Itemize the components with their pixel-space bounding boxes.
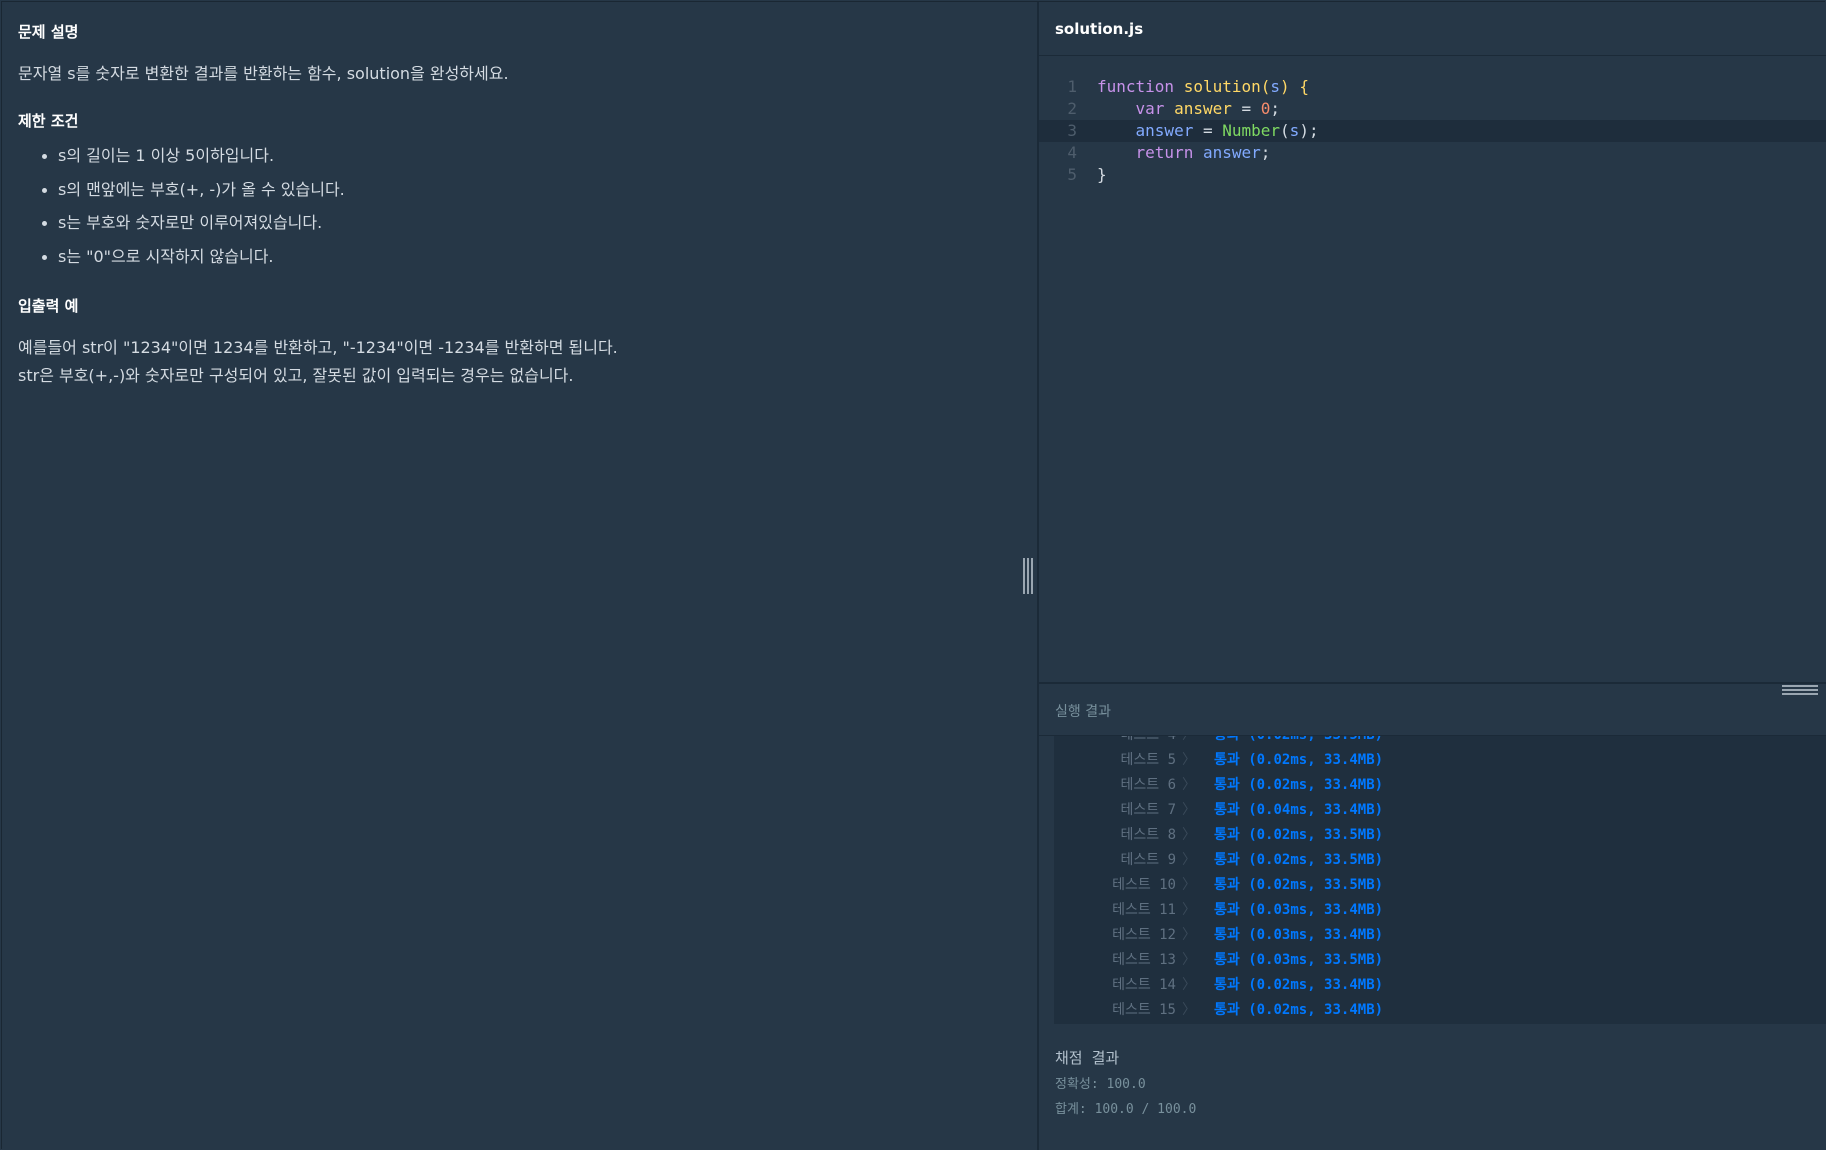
example-line: str은 부호(+,-)와 숫자로만 구성되어 있고, 잘못된 값이 입력되는 … — [18, 366, 574, 385]
grade-summary: 채점 결과 정확성: 100.0 합계: 100.0 / 100.0 — [1055, 1044, 1196, 1122]
total-score: 합계: 100.0 / 100.0 — [1055, 1102, 1197, 1117]
code-text[interactable]: return answer; — [1097, 142, 1271, 164]
line-number: 5 — [1067, 165, 1077, 184]
chevron-right-icon: 〉 — [1182, 752, 1196, 768]
test-row: 테스트 5 〉 통과 (0.02ms, 33.4MB) — [1054, 748, 1826, 773]
test-row: 테스트 4〉통과 (0.02ms, 33.5MB) — [1054, 736, 1826, 748]
test-row: 테스트 8 〉 통과 (0.02ms, 33.5MB) — [1054, 823, 1826, 848]
test-row: 테스트 9 〉 통과 (0.02ms, 33.5MB) — [1054, 848, 1826, 873]
test-row: 테스트 6 〉 통과 (0.02ms, 33.4MB) — [1054, 773, 1826, 798]
constraint-item: s는 부호와 숫자로만 이루어져있습니다. — [42, 213, 345, 247]
chevron-right-icon: 〉 — [1182, 877, 1196, 893]
code-text[interactable]: answer = Number(s); — [1097, 120, 1319, 142]
editor-panel: solution.js 1 function solution(s) { 2 v… — [1039, 2, 1826, 1150]
chevron-right-icon: 〉 — [1182, 977, 1196, 993]
code-line[interactable]: 4 return answer; — [1039, 142, 1826, 164]
constraints-title: 제한 조건 — [18, 112, 79, 130]
chevron-right-icon: 〉 — [1182, 827, 1196, 843]
results-header: 실행 결과 — [1039, 684, 1826, 736]
code-editor[interactable]: 1 function solution(s) { 2 var answer = … — [1039, 72, 1826, 682]
examples-title: 입출력 예 — [18, 297, 79, 315]
code-line[interactable]: 1 function solution(s) { — [1039, 76, 1826, 98]
line-number: 2 — [1067, 99, 1077, 118]
line-number: 1 — [1067, 77, 1077, 96]
constraint-item: s의 길이는 1 이상 5이하입니다. — [42, 146, 345, 180]
constraint-item: s의 맨앞에는 부호(+, -)가 올 수 있습니다. — [42, 180, 345, 214]
filename-label: solution.js — [1055, 20, 1144, 38]
code-line-active[interactable]: 3 answer = Number(s); — [1039, 120, 1826, 142]
test-row: 테스트 14 〉 통과 (0.02ms, 33.4MB) — [1054, 973, 1826, 998]
app-frame: 문제 설명 문자열 s를 숫자로 변환한 결과를 반환하는 함수, soluti… — [1, 1, 1826, 1150]
test-results-list[interactable]: 테스트 4〉통과 (0.02ms, 33.5MB) 테스트 5〉통과 (0.02… — [1054, 736, 1826, 1024]
grade-title: 채점 결과 — [1055, 1049, 1120, 1067]
problem-description: 문자열 s를 숫자로 변환한 결과를 반환하는 함수, solution을 완성… — [18, 64, 509, 83]
code-line[interactable]: 5 } — [1039, 164, 1826, 186]
constraint-item: s는 "0"으로 시작하지 않습니다. — [42, 247, 345, 281]
chevron-right-icon: 〉 — [1182, 927, 1196, 943]
code-text[interactable]: } — [1097, 164, 1107, 186]
problem-panel: 문제 설명 문자열 s를 숫자로 변환한 결과를 반환하는 함수, soluti… — [2, 2, 1038, 1150]
chevron-right-icon: 〉 — [1182, 1002, 1196, 1018]
test-row: 테스트 12 〉 통과 (0.03ms, 33.4MB) — [1054, 923, 1826, 948]
code-text[interactable]: function solution(s) { — [1097, 76, 1309, 98]
vertical-grip-icon[interactable] — [1023, 558, 1033, 594]
accuracy-score: 정확성: 100.0 — [1055, 1077, 1146, 1092]
results-header-label: 실행 결과 — [1055, 704, 1111, 720]
example-line: 예를들어 str이 "1234"이면 1234를 반환하고, "-1234"이면… — [18, 338, 618, 357]
test-row: 테스트 7 〉 통과 (0.04ms, 33.4MB) — [1054, 798, 1826, 823]
chevron-right-icon: 〉 — [1182, 952, 1196, 968]
chevron-right-icon: 〉 — [1182, 802, 1196, 818]
problem-title: 문제 설명 — [18, 23, 79, 41]
code-line[interactable]: 2 var answer = 0; — [1039, 98, 1826, 120]
line-number: 4 — [1067, 143, 1077, 162]
chevron-right-icon: 〉 — [1182, 736, 1196, 748]
test-row: 테스트 11 〉 통과 (0.03ms, 33.4MB) — [1054, 898, 1826, 923]
line-number: 3 — [1067, 121, 1077, 140]
test-row: 테스트 13 〉 통과 (0.03ms, 33.5MB) — [1054, 948, 1826, 973]
chevron-right-icon: 〉 — [1182, 852, 1196, 868]
chevron-right-icon: 〉 — [1182, 902, 1196, 918]
constraints-list: s의 길이는 1 이상 5이하입니다. s의 맨앞에는 부호(+, -)가 올 … — [42, 146, 345, 280]
chevron-right-icon: 〉 — [1182, 777, 1196, 793]
editor-tab[interactable]: solution.js — [1039, 2, 1826, 56]
code-text[interactable]: var answer = 0; — [1097, 98, 1281, 120]
test-row: 테스트 15 〉 통과 (0.02ms, 33.4MB) — [1054, 998, 1826, 1023]
test-row: 테스트 10 〉 통과 (0.02ms, 33.5MB) — [1054, 873, 1826, 898]
